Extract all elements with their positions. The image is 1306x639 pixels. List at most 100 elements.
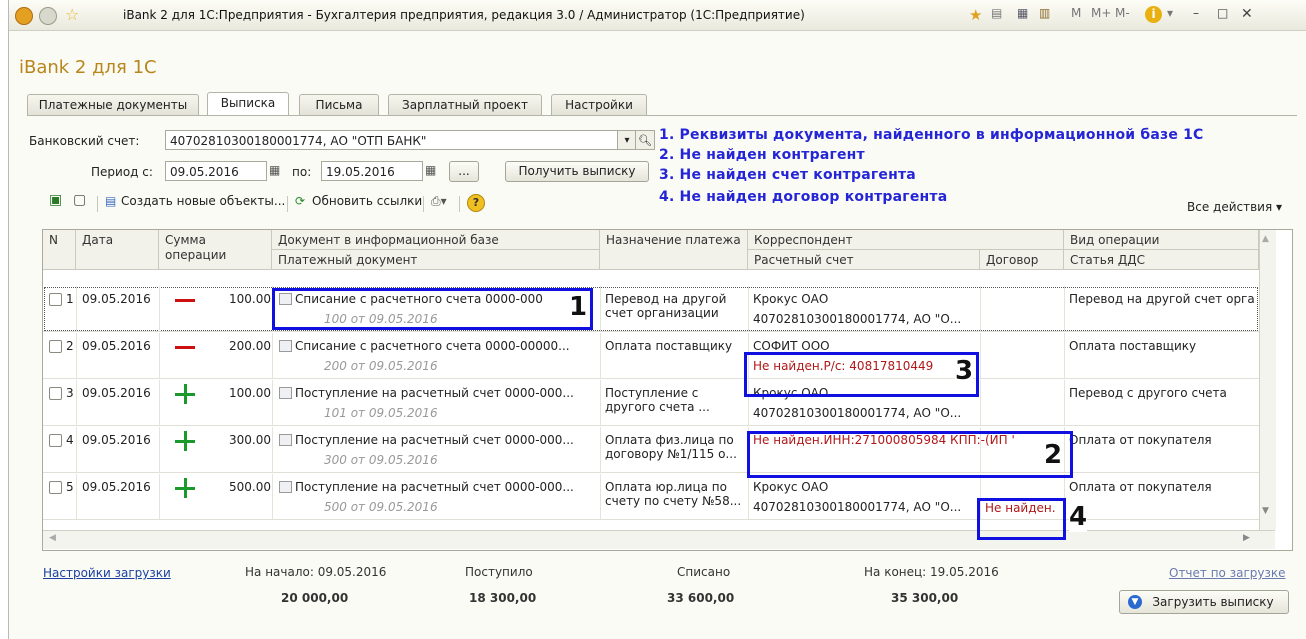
row-document[interactable]: Поступление на расчетный счет 0000-000..… [295,480,574,494]
uncheck-all-icon[interactable]: ▢ [73,192,86,208]
tab-letters[interactable]: Письма [299,94,379,115]
load-report-link[interactable]: Отчет по загрузке [1169,566,1285,580]
help-icon[interactable]: ? [467,194,485,212]
tab-salary-project[interactable]: Зарплатный проект [388,94,542,115]
column-divider [76,333,77,378]
tab-settings[interactable]: Настройки [551,94,647,115]
row-correspondent: Крокус ОАО [753,292,829,306]
header-doc[interactable]: Документ в информационной базе [272,230,600,250]
column-divider [76,474,77,519]
period-to-label: по: [292,165,312,179]
account-field[interactable]: 40702810300180001774, АО "ОТП БАНК" [165,130,619,150]
load-settings-link[interactable]: Настройки загрузки [43,566,171,580]
row-document[interactable]: Списание с расчетного счета 0000-00000..… [295,339,570,353]
load-statement-label: Загрузить выписку [1152,595,1274,609]
row-amount: 100.00 [229,292,271,306]
marker-number-4: 4 [1069,502,1088,532]
header-doc-sub[interactable]: Платежный документ [272,250,600,270]
header-account[interactable]: Расчетный счет [748,250,980,270]
tab-payment-documents[interactable]: Платежные документы [27,94,199,115]
header-n[interactable]: N [43,230,76,270]
scroll-up-icon[interactable]: ▲ [1262,234,1269,244]
row-date: 09.05.2016 [82,386,151,400]
row-number: 3 [66,386,74,400]
row-checkbox[interactable] [49,293,62,306]
get-statement-button[interactable]: Получить выписку [505,161,649,182]
calendar-to-icon[interactable]: ▦ [425,163,436,177]
header-corr[interactable]: Корреспондент [748,230,1064,250]
row-document-sub: 200 от 09.05.2016 [324,359,438,373]
memory-mplus-button[interactable]: M+ [1091,6,1111,24]
memory-m-button[interactable]: M [1071,6,1081,24]
app-logo-icon[interactable] [15,7,33,25]
period-select-button[interactable]: ... [449,161,479,182]
scroll-down-icon[interactable]: ▼ [1262,506,1269,516]
scroll-left-icon[interactable]: ◀ [49,533,56,543]
history-icon[interactable]: ▤ [991,6,1002,24]
favorite-star-icon[interactable]: ☆ [65,5,79,24]
row-account: 40702810300180001774, АО "О... [753,406,962,420]
header-contract[interactable]: Договор [980,250,1064,270]
table-row[interactable]: 1 09.05.2016 100.00 Списание с расчетного с… [43,286,1259,332]
row-checkbox[interactable] [49,340,62,353]
account-dropdown-icon[interactable]: ▾ [617,130,637,150]
column-divider [980,380,981,425]
table-row[interactable]: 3 09.05.2016 100.00 Поступление на расчетны… [43,380,1259,426]
table-row[interactable]: 2 09.05.2016 200.00 Списание с расчетного с… [43,333,1259,379]
row-document-sub: 500 от 09.05.2016 [324,500,438,514]
period-from-field[interactable]: 09.05.2016 [165,161,267,181]
star-icon[interactable]: ★ [969,6,982,24]
column-divider [159,286,160,331]
calendar-from-icon[interactable]: ▦ [269,163,280,177]
create-objects-button[interactable]: Создать новые объекты... [121,194,285,208]
table-row[interactable]: 4 09.05.2016 300.00 Поступление на расчетны… [43,427,1259,473]
legend-item-3: 3. Не найден счет контрагента [659,167,916,183]
row-operation-type: Оплата от покупателя [1069,433,1212,447]
marker-box-3 [744,352,979,397]
row-purpose-line1: Оплата юр.лица по [605,480,727,494]
end-balance-value: 35 300,00 [891,591,959,605]
column-divider [600,380,601,425]
column-divider [1064,286,1065,331]
header-sum[interactable]: Сумма операции [159,230,272,270]
close-icon[interactable]: ✕ [1241,6,1253,24]
refresh-links-button[interactable]: Обновить ссылки [312,194,422,208]
credit-plus-icon [175,384,195,404]
row-checkbox[interactable] [49,481,62,494]
load-statement-button[interactable]: ▼ Загрузить выписку [1119,590,1289,614]
header-op-type[interactable]: Вид операции [1064,230,1259,250]
memory-mminus-button[interactable]: M- [1115,6,1130,24]
header-purpose[interactable]: Назначение платежа [600,230,748,270]
scroll-right-icon[interactable]: ▶ [1243,533,1250,543]
row-checkbox[interactable] [49,434,62,447]
row-checkbox[interactable] [49,387,62,400]
credit-plus-icon [175,478,195,498]
calendar-icon[interactable]: ▥ [1039,6,1050,24]
menu-dropdown-icon[interactable] [39,7,57,25]
header-dds[interactable]: Статья ДДС [1064,250,1259,270]
dropdown-icon[interactable]: ▾ [1167,6,1173,24]
column-divider [600,333,601,378]
all-actions-menu[interactable]: Все действия ▾ [1187,200,1282,214]
row-document[interactable]: Поступление на расчетный счет 0000-000..… [295,386,574,400]
row-purpose-line1: Оплата поставщику [605,339,733,353]
column-divider [272,333,273,378]
column-divider [272,474,273,519]
calculator-icon[interactable]: ▦ [1017,6,1028,24]
vertical-scrollbar[interactable] [1259,230,1276,530]
minimize-icon[interactable]: – [1193,6,1199,24]
debit-minus-icon [175,299,195,302]
tab-statement[interactable]: Выписка [207,92,289,115]
check-all-icon[interactable]: ▣ [49,192,62,208]
horizontal-scrollbar[interactable] [43,530,1275,549]
maximize-icon[interactable]: □ [1217,6,1228,24]
header-date[interactable]: Дата [76,230,159,270]
period-to-field[interactable]: 19.05.2016 [321,161,423,181]
print-icon[interactable]: ⎙▾ [431,194,447,209]
marker-box-1 [272,288,593,330]
account-search-icon[interactable]: 🔍︎ [635,130,655,150]
info-icon[interactable]: i [1145,6,1162,23]
row-document[interactable]: Поступление на расчетный счет 0000-000..… [295,433,574,447]
row-date: 09.05.2016 [82,339,151,353]
create-objects-icon: ▤ [105,194,117,208]
